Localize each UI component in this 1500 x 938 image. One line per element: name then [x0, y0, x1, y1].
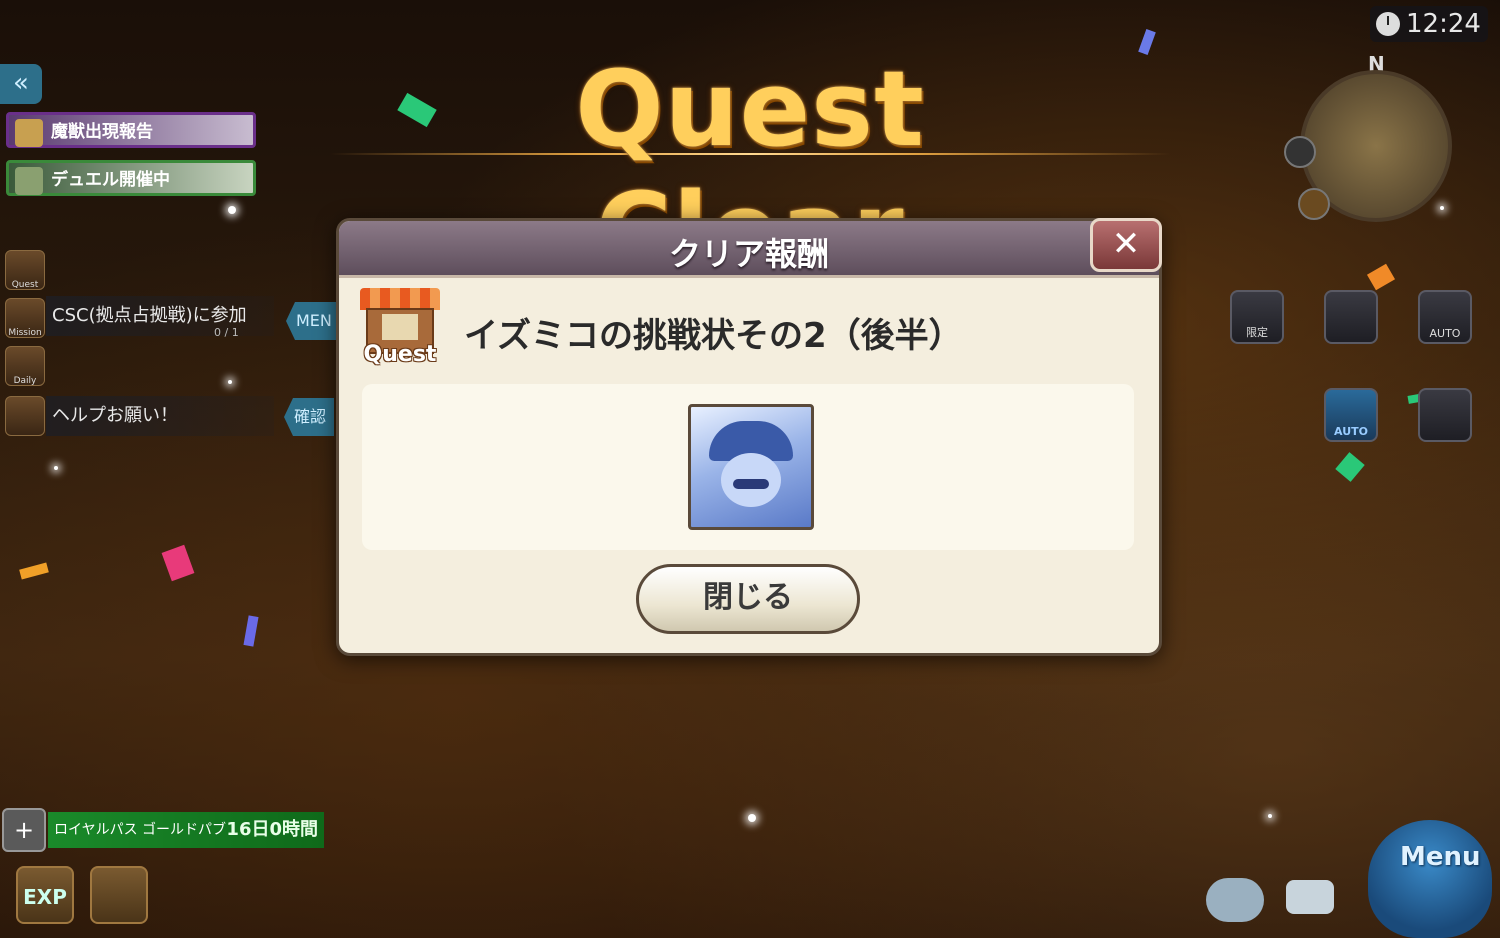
- collapse-button[interactable]: «: [0, 64, 42, 104]
- limited-shop-button[interactable]: 限定: [1230, 290, 1284, 344]
- help-row[interactable]: ヘルプお願い！: [46, 396, 274, 436]
- chat-bubble-icon[interactable]: [1286, 880, 1334, 914]
- auto-battle-button[interactable]: AUTO: [1324, 388, 1378, 442]
- quest-icon-board: [382, 314, 418, 340]
- plus-icon: +: [2, 808, 46, 852]
- clock: 12:24: [1370, 6, 1488, 42]
- quest-icon-roof: [360, 288, 440, 310]
- close-icon[interactable]: ✕: [1090, 218, 1162, 272]
- monster-icon: [15, 119, 43, 147]
- quest-shop-icon: Quest: [358, 288, 442, 372]
- chat-icon[interactable]: [1206, 878, 1264, 922]
- pass-bar: ロイヤルパス ゴールドパブ 16日0時間: [48, 812, 324, 848]
- party-button[interactable]: [1418, 388, 1472, 442]
- exp-button[interactable]: EXP: [16, 866, 74, 924]
- auto-battle-label: AUTO: [1334, 425, 1368, 438]
- confetti: [397, 92, 437, 128]
- mission-count: 0 / 1: [214, 326, 239, 339]
- camera-button[interactable]: [1324, 290, 1378, 344]
- sparkle: [228, 206, 236, 214]
- limited-label: 限定: [1246, 326, 1268, 339]
- duel-notice[interactable]: デュエル開催中: [6, 160, 256, 196]
- duel-icon: [15, 167, 43, 195]
- pass-time: 16日0時間: [226, 819, 318, 840]
- help-confirm-button[interactable]: 確認: [284, 398, 334, 436]
- auto-label: AUTO: [1429, 327, 1461, 340]
- mission-row[interactable]: CSC(拠点占拠戦)に参加: [46, 296, 274, 336]
- mission-tab-label: Mission: [8, 328, 42, 338]
- minimap-camera-button[interactable]: [1284, 136, 1316, 168]
- dialog-title: クリア報酬: [668, 235, 829, 273]
- quest-clear-title: Quest Clear: [575, 48, 925, 292]
- auto-camera-button[interactable]: AUTO: [1418, 290, 1472, 344]
- reward-item-card[interactable]: [688, 404, 814, 530]
- menu-button[interactable]: [1368, 820, 1492, 938]
- quest-tab-label: Quest: [11, 280, 39, 290]
- confetti: [161, 544, 195, 582]
- quest-tab-icon[interactable]: Quest: [5, 250, 45, 290]
- confetti: [1335, 452, 1365, 482]
- sparkle: [1268, 814, 1272, 818]
- sparkle: [228, 380, 232, 384]
- confetti: [1138, 29, 1156, 55]
- clock-time: 12:24: [1406, 9, 1481, 39]
- clock-icon: [1376, 12, 1400, 36]
- monster-report-notice[interactable]: 魔獣出現報告: [6, 112, 256, 148]
- notice-label: 魔獣出現報告: [51, 122, 153, 142]
- notice-label: デュエル開催中: [51, 170, 170, 190]
- mustache: [733, 479, 769, 489]
- item-box-button[interactable]: [90, 866, 148, 924]
- quest-name: イズミコの挑戦状その2（後半）: [464, 316, 963, 356]
- confetti: [243, 615, 259, 647]
- sparkle: [748, 814, 756, 822]
- quest-icon-label: Quest: [363, 342, 437, 367]
- mission-menu-button[interactable]: MEN: [286, 302, 336, 340]
- daily-tab-label: Daily: [13, 376, 37, 386]
- pass-label: ロイヤルパス ゴールドパブ: [54, 822, 227, 838]
- sparkle: [54, 466, 58, 470]
- sparkle: [1440, 206, 1444, 210]
- close-button[interactable]: 閉じる: [636, 564, 860, 634]
- dialog-header: クリア報酬: [339, 221, 1159, 278]
- minimap-view-button[interactable]: [1298, 188, 1330, 220]
- help-icon[interactable]: [5, 396, 45, 436]
- mission-tab-icon[interactable]: Mission: [5, 298, 45, 338]
- confetti: [19, 562, 49, 580]
- daily-tab-icon[interactable]: Daily: [5, 346, 45, 386]
- confetti: [1366, 263, 1396, 291]
- royal-pass[interactable]: + ロイヤルパス ゴールドパブ 16日0時間: [2, 808, 324, 852]
- menu-label: Menu: [1400, 842, 1481, 872]
